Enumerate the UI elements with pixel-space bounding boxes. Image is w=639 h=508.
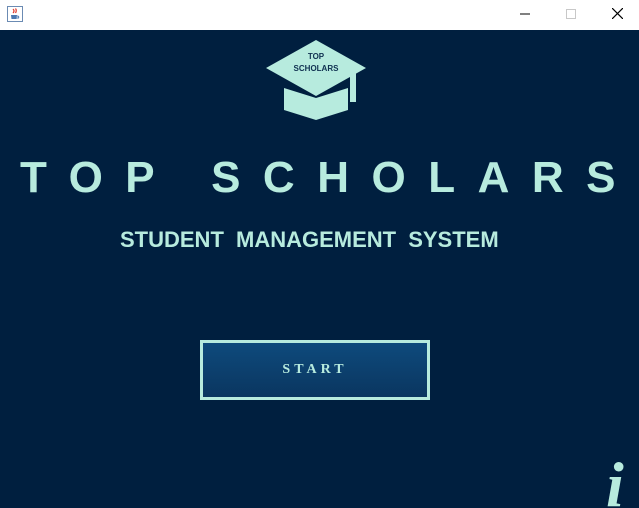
logo-text-line1: TOP (308, 52, 325, 61)
app-subtitle: STUDENT MANAGEMENT SYSTEM (120, 227, 499, 252)
logo-text-line2: SCHOLARS (294, 64, 340, 73)
app-window: TOP SCHOLARS TOP SCHOLARS STUDENT MANAGE… (0, 0, 639, 508)
maximize-button[interactable] (548, 0, 594, 30)
maximize-icon (566, 6, 576, 24)
close-button[interactable] (594, 0, 639, 30)
welcome-panel: TOP SCHOLARS TOP SCHOLARS STUDENT MANAGE… (0, 30, 639, 508)
title-bar (0, 0, 639, 30)
close-icon (611, 6, 623, 24)
info-icon[interactable]: i (606, 450, 639, 508)
minimize-icon (520, 6, 530, 24)
minimize-button[interactable] (502, 0, 548, 30)
graduation-cap-icon: TOP SCHOLARS (266, 40, 366, 120)
java-cup-icon (7, 6, 23, 22)
start-button[interactable]: START (200, 340, 430, 400)
app-title: TOP SCHOLARS (20, 153, 638, 202)
